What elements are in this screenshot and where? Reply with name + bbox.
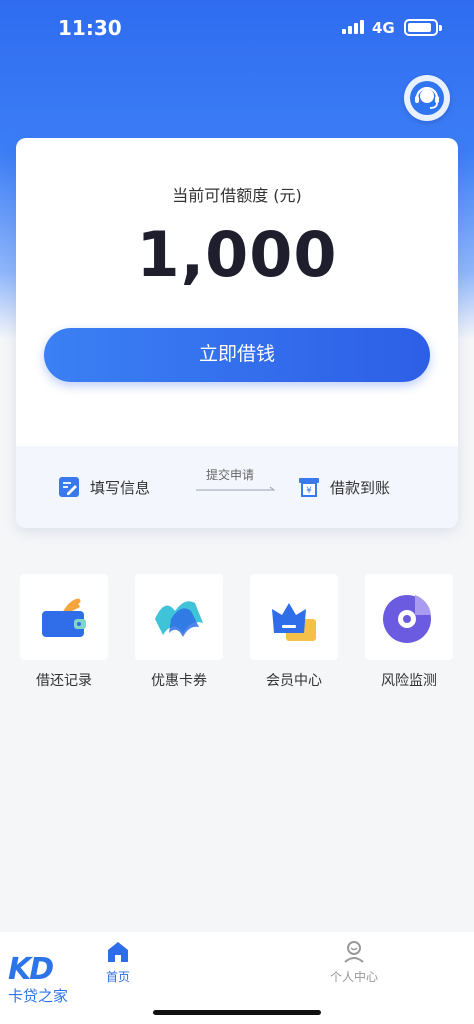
customer-service-button[interactable] bbox=[404, 75, 450, 121]
atm-icon: ¥ bbox=[299, 478, 319, 497]
home-indicator bbox=[153, 1010, 321, 1015]
radar-icon bbox=[383, 595, 431, 643]
tab-profile-label: 个人中心 bbox=[329, 970, 378, 984]
tab-home[interactable]: 首页 bbox=[100, 940, 136, 985]
arrow-right-icon bbox=[196, 486, 276, 491]
step-loan-received: ¥ 借款到账 bbox=[298, 476, 390, 498]
step-fill-info-label: 填写信息 bbox=[90, 478, 151, 497]
user-icon bbox=[344, 941, 364, 963]
step-submit-label: 提交申请 bbox=[206, 468, 255, 482]
step-fill-info: 填写信息 bbox=[58, 476, 150, 498]
step-loan-received-label: 借款到账 bbox=[330, 478, 391, 497]
shortcut-label: 风险监测 bbox=[381, 673, 437, 689]
loan-quota-card: 当前可借额度 (元) 1,000 立即借钱 填写信息 提交申请 ¥ 借款到账 bbox=[16, 138, 458, 528]
edit-form-icon bbox=[59, 477, 79, 497]
shortcut-loan-records[interactable]: 借还记录 bbox=[20, 574, 108, 690]
shortcut-member-center[interactable]: 会员中心 bbox=[250, 574, 338, 690]
shortcut-label: 会员中心 bbox=[266, 673, 322, 689]
headset-icon bbox=[410, 81, 444, 115]
brand-logo: KD 卡贷之家 bbox=[8, 952, 90, 1006]
shortcut-label: 优惠卡券 bbox=[151, 673, 207, 689]
quota-label: 当前可借额度 (元) bbox=[172, 186, 302, 205]
tab-profile[interactable]: 个人中心 bbox=[322, 940, 386, 985]
coupon-icon bbox=[155, 601, 203, 637]
borrow-now-button[interactable]: 立即借钱 bbox=[44, 328, 430, 382]
signal-icon bbox=[342, 20, 366, 34]
shortcut-label: 借还记录 bbox=[36, 673, 92, 689]
crown-icon bbox=[272, 603, 316, 641]
network-type: 4G bbox=[372, 19, 395, 37]
quota-amount: 1,000 bbox=[136, 218, 338, 291]
logo-text: 卡贷之家 bbox=[8, 987, 69, 1005]
wallet-icon bbox=[42, 598, 86, 637]
process-steps: 填写信息 提交申请 ¥ 借款到账 bbox=[16, 446, 458, 528]
shortcut-coupons[interactable]: 优惠卡券 bbox=[135, 574, 223, 690]
battery-icon bbox=[404, 19, 442, 36]
svg-text:¥: ¥ bbox=[306, 486, 312, 496]
shortcut-grid: 借还记录 优惠卡券 会员中心 风险监测 bbox=[20, 574, 454, 694]
shortcut-risk-monitor[interactable]: 风险监测 bbox=[365, 574, 453, 690]
home-icon bbox=[108, 942, 128, 962]
status-bar: 11:30 4G bbox=[0, 0, 474, 56]
logo-mark: KD bbox=[8, 952, 54, 987]
tab-home-label: 首页 bbox=[105, 970, 130, 984]
status-time: 11:30 bbox=[58, 16, 122, 40]
